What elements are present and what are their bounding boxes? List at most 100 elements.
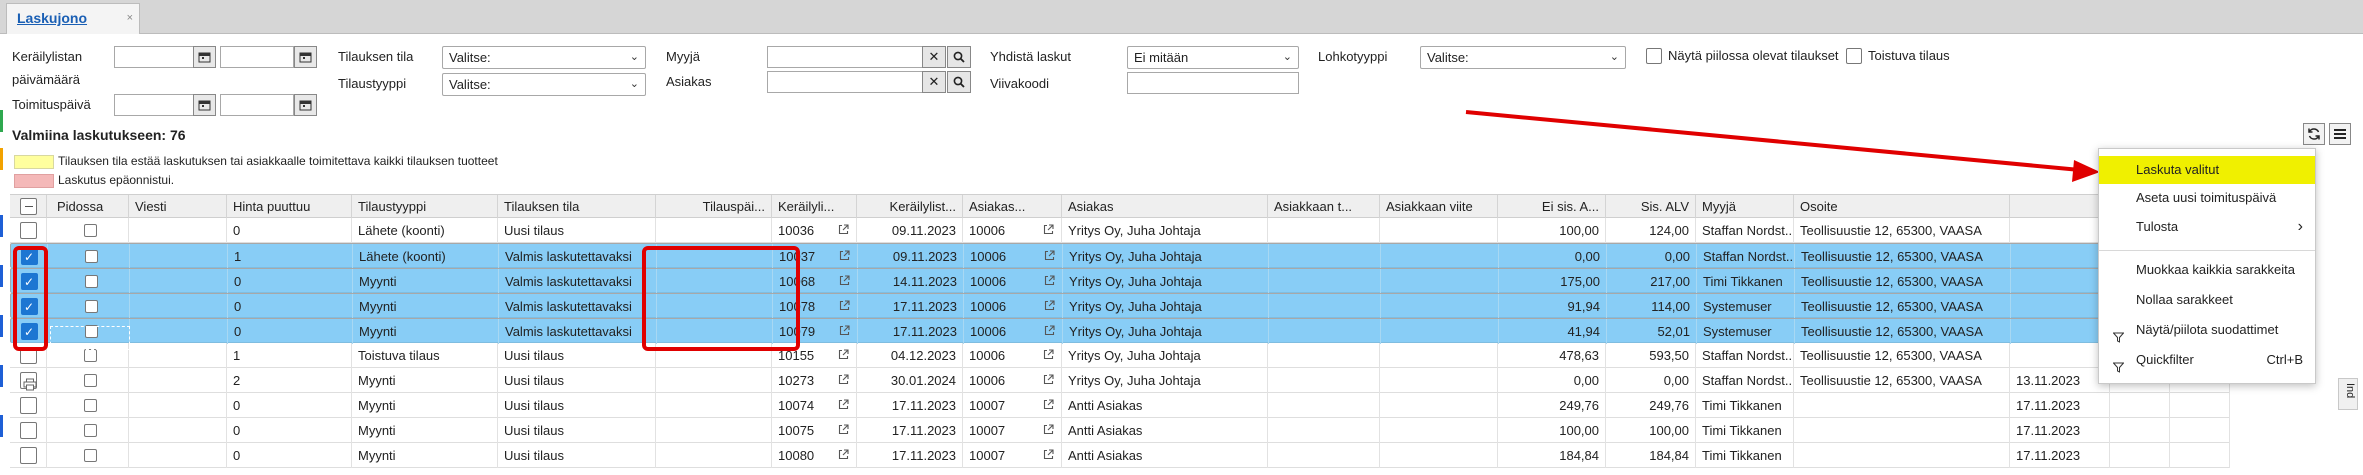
header-kerailylista-pvm[interactable]: Keräilylist... [857, 195, 963, 219]
pidossa-checkbox[interactable] [84, 424, 97, 437]
kerailylista-nro[interactable]: 10080 [778, 448, 814, 463]
header-viesti[interactable]: Viesti [129, 195, 227, 219]
calendar-icon[interactable] [193, 94, 216, 116]
tab-title[interactable]: Laskujono [17, 10, 87, 26]
table-row[interactable]: 0MyyntiValmis laskutettavaksi1007817.11.… [10, 293, 2231, 319]
row-select-checkbox[interactable] [20, 222, 37, 239]
asiakas-input[interactable] [767, 71, 923, 93]
tilaustyyppi-select[interactable]: Valitse: ⌄ [442, 73, 646, 96]
asiakasnro-cell[interactable]: 10007 [963, 443, 1062, 468]
row-select-cell[interactable] [10, 393, 47, 418]
external-link-icon[interactable] [838, 443, 849, 468]
asiakasnro[interactable]: 10006 [970, 324, 1006, 339]
header-kerailylista-nro[interactable]: Keräilyli... [772, 195, 857, 219]
pidossa-checkbox[interactable] [85, 300, 98, 313]
external-link-icon[interactable] [1043, 218, 1054, 243]
pidossa-checkbox[interactable] [84, 224, 97, 237]
asiakasnro-cell[interactable]: 10006 [963, 343, 1062, 368]
close-icon[interactable]: × [127, 12, 133, 24]
kerailylista-nro[interactable]: 10074 [778, 398, 814, 413]
kerailylista-nro[interactable]: 10075 [778, 423, 814, 438]
external-link-icon[interactable] [838, 393, 849, 418]
header-asiakkaan-viite[interactable]: Asiakkaan viite [1380, 195, 1498, 219]
header-tilauspaiva[interactable]: Tilauspäi... [656, 195, 772, 219]
menu-item-tulosta[interactable]: Tulosta › [2099, 213, 2315, 241]
search-icon[interactable] [947, 71, 971, 93]
asiakasnro[interactable]: 10007 [969, 448, 1005, 463]
external-link-icon[interactable] [839, 294, 850, 319]
header-sis-alv[interactable]: Sis. ALV [1606, 195, 1696, 219]
menu-icon[interactable] [2329, 123, 2351, 145]
table-row[interactable]: 0 Lähete (koonti) Uusi tilaus 10036 09.11.20… [10, 218, 2230, 243]
table-row[interactable]: 1 Toistuva tilaus Uusi tilaus 10155 04.12.20… [10, 343, 2230, 368]
table-row[interactable]: 0 Myynti Uusi tilaus 10074 17.11.2023 10007 An… [10, 393, 2230, 418]
clear-icon[interactable]: ✕ [922, 71, 946, 93]
row-select-checkbox[interactable] [20, 422, 37, 439]
header-ei-sis-alv[interactable]: Ei sis. A... [1498, 195, 1606, 219]
header-asiakas[interactable]: Asiakas [1062, 195, 1268, 219]
refresh-icon[interactable] [2303, 123, 2325, 145]
header-tilauksen-tila[interactable]: Tilauksen tila [498, 195, 656, 219]
asiakasnro-cell[interactable]: 10006 [964, 294, 1063, 319]
header-osoite[interactable]: Osoite [1794, 195, 2010, 219]
asiakasnro-cell[interactable]: 10006 [964, 269, 1063, 294]
asiakasnro-cell[interactable]: 10007 [963, 393, 1062, 418]
pidossa-cell[interactable] [23, 368, 129, 393]
table-row[interactable]: 0MyyntiValmis laskutettavaksi1006814.11.… [10, 268, 2231, 294]
external-link-icon[interactable] [1043, 393, 1054, 418]
table-row[interactable]: 0MyyntiValmis laskutettavaksi1007917.11.… [10, 318, 2231, 344]
kerailylista-nro[interactable]: 10273 [778, 373, 814, 388]
pidossa-checkbox[interactable] [84, 399, 97, 412]
external-link-icon[interactable] [838, 218, 849, 243]
external-link-icon[interactable] [1043, 368, 1054, 393]
external-link-icon[interactable] [839, 244, 850, 269]
calendar-icon[interactable] [294, 46, 317, 68]
menu-item-nayta-suodattimet[interactable]: Näytä/piilota suodattimet [2099, 316, 2315, 344]
kerailylista-nro-cell[interactable]: 10036 [772, 218, 857, 243]
external-link-icon[interactable] [1043, 343, 1054, 368]
nayta-pilossa-checkbox[interactable] [1646, 48, 1662, 64]
asiakasnro[interactable]: 10006 [970, 249, 1006, 264]
header-asiakkaan-t[interactable]: Asiakkaan t... [1268, 195, 1380, 219]
table-row[interactable]: 0 Myynti Uusi tilaus 10075 17.11.2023 10007 An… [10, 418, 2230, 443]
table-row[interactable]: 2 Myynti Uusi tilaus 10273 30.01.2024 10006 Yr… [10, 368, 2230, 393]
external-link-icon[interactable] [1044, 244, 1055, 269]
menu-item-muokkaa-sarakkeita[interactable]: Muokkaa kaikkia sarakkeita [2099, 256, 2315, 284]
pidossa-cell[interactable] [47, 443, 129, 468]
row-select-checkbox[interactable] [20, 447, 37, 464]
header-tilaustyyppi[interactable]: Tilaustyyppi [352, 195, 498, 219]
toimitus-date-to[interactable] [220, 94, 294, 116]
viivakoodi-input[interactable] [1127, 72, 1299, 94]
external-link-icon[interactable] [1043, 418, 1054, 443]
keraily-date-to[interactable] [220, 46, 294, 68]
external-link-icon[interactable] [838, 418, 849, 443]
pidossa-cell[interactable] [47, 418, 129, 443]
side-panel-tab[interactable]: Ind [2338, 378, 2358, 410]
external-link-icon[interactable] [838, 368, 849, 393]
kerailylista-nro-cell[interactable]: 10075 [772, 418, 857, 443]
pidossa-checkbox[interactable] [84, 374, 97, 387]
asiakasnro[interactable]: 10006 [970, 299, 1006, 314]
header-asiakasnro[interactable]: Asiakas... [963, 195, 1062, 219]
row-select-cell[interactable] [10, 443, 47, 468]
asiakasnro-cell[interactable]: 10006 [963, 368, 1062, 393]
pidossa-checkbox[interactable] [84, 449, 97, 462]
external-link-icon[interactable] [1044, 319, 1055, 344]
myyja-input[interactable] [767, 46, 923, 68]
pidossa-checkbox[interactable] [85, 275, 98, 288]
external-link-icon[interactable] [839, 319, 850, 344]
external-link-icon[interactable] [839, 269, 850, 294]
external-link-icon[interactable] [1043, 443, 1054, 468]
keraily-date-from[interactable] [114, 46, 194, 68]
menu-item-aseta-toimituspaiva[interactable]: Aseta uusi toimituspäivä [2099, 184, 2315, 212]
kerailylista-nro[interactable]: 10036 [778, 223, 814, 238]
calendar-icon[interactable] [193, 46, 216, 68]
external-link-icon[interactable] [1044, 294, 1055, 319]
select-all-checkbox[interactable] [20, 198, 37, 215]
row-select-cell[interactable] [10, 218, 47, 243]
yhdista-select[interactable]: Ei mitään ⌄ [1127, 46, 1299, 69]
table-row[interactable]: 0 Myynti Uusi tilaus 10080 17.11.2023 10007 An… [10, 443, 2230, 468]
menu-item-laskuta-valitut[interactable]: Laskuta valitut [2099, 156, 2315, 184]
table-row[interactable]: 1Lähete (koonti)Valmis laskutettavaksi 10… [10, 243, 2231, 269]
pidossa-cell[interactable] [48, 294, 130, 319]
